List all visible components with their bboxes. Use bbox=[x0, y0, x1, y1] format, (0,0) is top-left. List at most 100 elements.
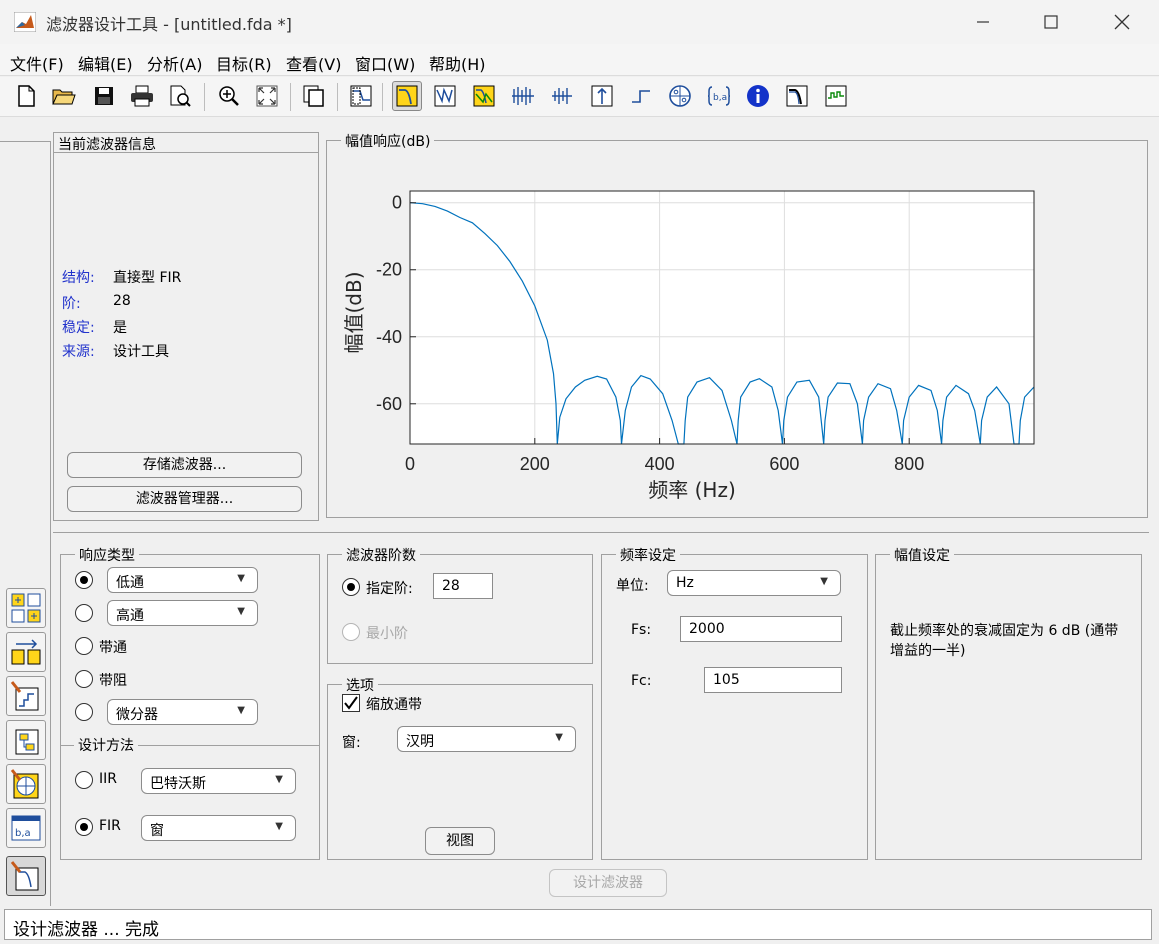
save-icon[interactable] bbox=[91, 83, 117, 109]
differentiator-radio[interactable] bbox=[75, 703, 93, 721]
iir-method-combo[interactable]: 巴特沃斯 ▼ bbox=[141, 768, 296, 794]
design-filter-submit-button[interactable]: 设计滤波器 bbox=[549, 869, 667, 897]
minimum-order-radio[interactable] bbox=[342, 623, 360, 641]
print-icon[interactable] bbox=[129, 83, 155, 109]
transform-filter-button[interactable] bbox=[6, 588, 46, 628]
minimize-button[interactable] bbox=[960, 6, 1006, 38]
differentiator-combo-value: 微分器 bbox=[116, 707, 158, 723]
iir-method-value: 巴特沃斯 bbox=[150, 776, 206, 792]
menu-bar: 文件(F) 编辑(E) 分析(A) 目标(R) 查看(V) 窗口(W) 帮助(H… bbox=[0, 44, 1159, 76]
info-source-value: 设计工具 bbox=[113, 344, 169, 360]
multirate-filter-icon bbox=[11, 639, 41, 665]
transform-filter-icon bbox=[11, 593, 41, 623]
scale-passband-checkbox[interactable] bbox=[342, 694, 360, 712]
toolbar-separator bbox=[382, 83, 383, 111]
svg-text:b,a: b,a bbox=[15, 828, 31, 839]
menu-file[interactable]: 文件(F) bbox=[10, 51, 64, 75]
bandpass-radio[interactable] bbox=[75, 637, 93, 655]
checkmark-icon bbox=[344, 696, 358, 710]
fs-input[interactable]: 2000 bbox=[680, 616, 842, 642]
iir-radio[interactable] bbox=[75, 771, 93, 789]
close-button[interactable] bbox=[1099, 6, 1145, 38]
print-preview-icon[interactable] bbox=[167, 83, 193, 109]
toolbar-separator bbox=[337, 83, 338, 111]
menu-targets[interactable]: 目标(R) bbox=[216, 51, 272, 75]
lowpass-combo-value: 低通 bbox=[116, 575, 144, 591]
new-figure-icon[interactable] bbox=[301, 83, 327, 109]
differentiator-combo[interactable]: 微分器 ▼ bbox=[107, 699, 258, 725]
step-response-icon[interactable] bbox=[628, 83, 654, 109]
x-tick-label: 400 bbox=[645, 454, 675, 474]
info-icon[interactable] bbox=[745, 83, 771, 109]
specify-order-radio[interactable] bbox=[342, 578, 360, 596]
y-tick-label: -60 bbox=[376, 394, 402, 414]
zoom-in-icon[interactable] bbox=[216, 83, 242, 109]
filter-specs-icon[interactable] bbox=[348, 83, 374, 109]
info-order-value: 28 bbox=[113, 293, 131, 309]
coefficients-icon[interactable]: b,a bbox=[706, 83, 732, 109]
window-label: 窗: bbox=[342, 735, 361, 751]
menu-help[interactable]: 帮助(H) bbox=[429, 51, 486, 75]
phase-response-icon[interactable] bbox=[432, 83, 458, 109]
maximize-icon bbox=[1044, 15, 1058, 29]
minimize-icon bbox=[977, 21, 989, 23]
quantization-button[interactable] bbox=[6, 676, 46, 716]
menu-analysis[interactable]: 分析(A) bbox=[147, 51, 202, 75]
units-combo[interactable]: Hz ▼ bbox=[667, 570, 841, 596]
store-filter-button[interactable]: 存储滤波器... bbox=[67, 452, 302, 478]
import-filter-button[interactable]: b,a bbox=[6, 808, 46, 848]
bandstop-radio[interactable] bbox=[75, 670, 93, 688]
pole-zero-icon[interactable] bbox=[667, 83, 693, 109]
highpass-combo[interactable]: 高通 ▼ bbox=[107, 600, 258, 626]
new-file-icon[interactable] bbox=[13, 83, 39, 109]
status-bar: 设计滤波器 ... 完成 bbox=[4, 909, 1152, 940]
iir-label: IIR bbox=[99, 771, 117, 787]
fs-label: Fs: bbox=[631, 622, 652, 638]
multirate-filter-button[interactable] bbox=[6, 632, 46, 672]
window-combo[interactable]: 汉明 ▼ bbox=[397, 726, 576, 752]
order-input-value: 28 bbox=[442, 578, 460, 594]
design-filter-button[interactable] bbox=[6, 856, 46, 896]
maximize-button[interactable] bbox=[1028, 6, 1074, 38]
filter-manager-button[interactable]: 滤波器管理器... bbox=[67, 486, 302, 512]
order-input[interactable]: 28 bbox=[433, 573, 493, 599]
full-view-icon[interactable] bbox=[254, 83, 280, 109]
menu-view[interactable]: 查看(V) bbox=[286, 51, 341, 75]
x-axis-label: 频率 (Hz) bbox=[648, 478, 736, 502]
round-off-noise-icon[interactable] bbox=[823, 83, 849, 109]
info-source-key: 来源: bbox=[62, 344, 95, 360]
bandstop-label: 带阻 bbox=[99, 673, 127, 689]
units-combo-value: Hz bbox=[676, 575, 694, 591]
bandpass-label: 带通 bbox=[99, 640, 127, 656]
magnitude-phase-icon[interactable] bbox=[471, 83, 497, 109]
realize-model-button[interactable] bbox=[6, 720, 46, 760]
lowpass-radio[interactable] bbox=[75, 571, 93, 589]
menu-window[interactable]: 窗口(W) bbox=[355, 51, 415, 75]
view-button[interactable]: 视图 bbox=[425, 827, 495, 855]
magnitude-estimate-icon[interactable] bbox=[784, 83, 810, 109]
filter-order-title: 滤波器阶数 bbox=[342, 545, 420, 565]
magnitude-response-icon[interactable] bbox=[392, 81, 422, 111]
pole-zero-editor-button[interactable] bbox=[6, 764, 46, 804]
x-tick-label: 200 bbox=[520, 454, 550, 474]
x-tick-label: 800 bbox=[894, 454, 924, 474]
group-delay-icon[interactable] bbox=[510, 83, 536, 109]
menu-edit[interactable]: 编辑(E) bbox=[78, 51, 133, 75]
phase-delay-icon[interactable] bbox=[549, 83, 575, 109]
quantization-icon bbox=[10, 681, 39, 711]
filter-info-title: 当前滤波器信息 bbox=[58, 137, 156, 153]
chevron-down-icon: ▼ bbox=[275, 774, 283, 785]
window-title: 滤波器设计工具 - [untitled.fda *] bbox=[46, 15, 292, 34]
impulse-response-icon[interactable] bbox=[589, 83, 615, 109]
info-stable-key: 稳定: bbox=[62, 320, 95, 336]
fc-input[interactable]: 105 bbox=[704, 667, 842, 693]
lowpass-combo[interactable]: 低通 ▼ bbox=[107, 567, 258, 593]
fir-radio[interactable] bbox=[75, 818, 93, 836]
y-tick-label: -40 bbox=[376, 327, 402, 347]
fir-method-combo[interactable]: 窗 ▼ bbox=[141, 815, 296, 841]
info-structure-value: 直接型 FIR bbox=[113, 270, 182, 286]
design-filter-icon bbox=[10, 861, 39, 891]
open-folder-icon[interactable] bbox=[51, 83, 77, 109]
highpass-radio[interactable] bbox=[75, 604, 93, 622]
left-divider bbox=[0, 141, 51, 142]
